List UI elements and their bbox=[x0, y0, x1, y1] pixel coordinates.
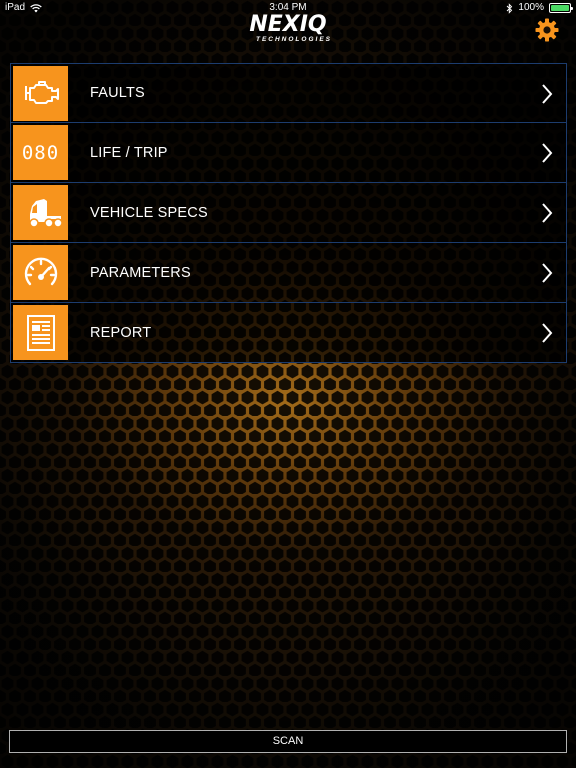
nexiq-logo: NEXIQ TECHNOLOGIES bbox=[0, 14, 576, 44]
logo-title: NEXIQ bbox=[249, 12, 327, 37]
menu-item-label: VEHICLE SPECS bbox=[90, 204, 208, 221]
settings-button[interactable] bbox=[535, 18, 559, 42]
logo-subtitle: TECHNOLOGIES bbox=[255, 36, 332, 43]
chevron-right-icon bbox=[542, 263, 553, 283]
menu-item-faults[interactable]: FAULTS bbox=[10, 63, 567, 123]
odometer-icon: 080 bbox=[13, 125, 68, 180]
bluetooth-icon bbox=[507, 2, 513, 14]
menu-item-label: REPORT bbox=[90, 324, 152, 341]
menu-item-label: LIFE / TRIP bbox=[90, 144, 168, 161]
report-icon bbox=[13, 305, 68, 360]
main-menu: FAULTS 080 LIFE / TRIP VEHICLE SPECS PAR… bbox=[10, 63, 567, 363]
gear-icon bbox=[535, 18, 559, 42]
engine-icon bbox=[13, 65, 68, 121]
menu-item-vehicle-specs[interactable]: VEHICLE SPECS bbox=[10, 183, 567, 243]
menu-item-report[interactable]: REPORT bbox=[10, 303, 567, 363]
menu-item-life-trip[interactable]: 080 LIFE / TRIP bbox=[10, 123, 567, 183]
chevron-right-icon bbox=[542, 143, 553, 163]
chevron-right-icon bbox=[542, 84, 553, 104]
chevron-right-icon bbox=[542, 203, 553, 223]
odometer-digits: 080 bbox=[21, 141, 60, 164]
scan-button[interactable]: SCAN bbox=[9, 730, 567, 753]
menu-item-label: FAULTS bbox=[90, 85, 145, 101]
menu-item-label: PARAMETERS bbox=[90, 264, 191, 281]
menu-item-parameters[interactable]: PARAMETERS bbox=[10, 243, 567, 303]
battery-icon bbox=[549, 3, 573, 13]
speedometer-icon bbox=[13, 245, 68, 300]
chevron-right-icon bbox=[542, 323, 553, 343]
truck-icon bbox=[13, 185, 68, 240]
